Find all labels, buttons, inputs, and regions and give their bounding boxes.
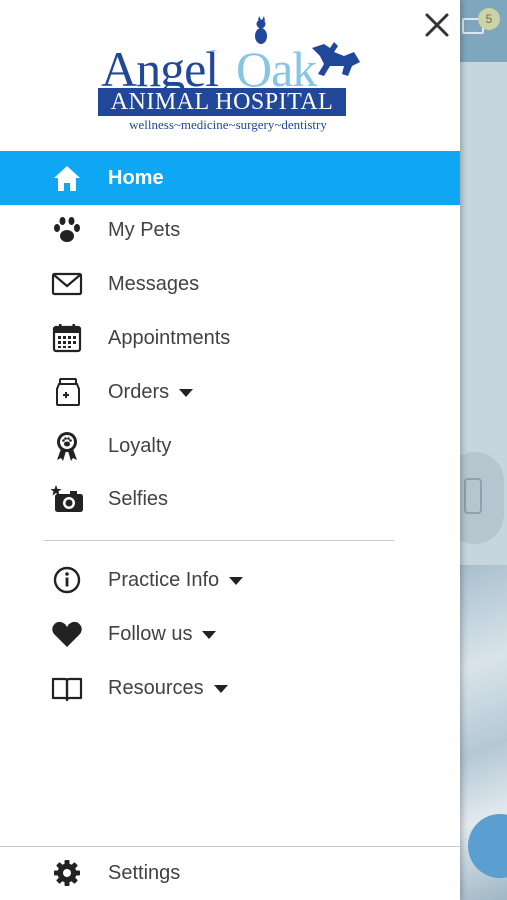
paw-icon bbox=[54, 217, 80, 242]
background-app: 5 bbox=[460, 0, 507, 900]
menu-label-resources-text: Resources bbox=[108, 677, 204, 699]
logo-wordmark: Angel Oak bbox=[98, 40, 362, 97]
award-ribbon-icon bbox=[57, 432, 77, 461]
menu-item-orders[interactable]: Orders bbox=[0, 365, 460, 419]
calendar-icon bbox=[52, 324, 82, 353]
menu-item-resources[interactable]: Resources bbox=[0, 661, 460, 715]
menu-label-practice-info: Practice Info bbox=[108, 553, 244, 607]
camera-star-icon bbox=[50, 485, 83, 512]
menu-label-orders: Orders bbox=[108, 365, 194, 419]
chevron-down-icon bbox=[202, 630, 217, 639]
navigation-drawer: Angel Oak ANIMAL HOSPITAL wellness~medic… bbox=[0, 0, 460, 900]
chevron-down-icon bbox=[229, 576, 244, 585]
menu-label-home: Home bbox=[108, 167, 164, 189]
envelope-icon bbox=[51, 272, 83, 296]
background-message-badge: 5 bbox=[478, 8, 500, 30]
chevron-down-icon bbox=[213, 684, 228, 693]
menu-label-practice-info-text: Practice Info bbox=[108, 569, 220, 591]
menu-item-loyalty[interactable]: Loyalty bbox=[0, 419, 460, 473]
logo-tagline: wellness~medicine~surgery~dentistry bbox=[129, 117, 327, 132]
gear-icon bbox=[54, 860, 80, 886]
background-jar-icon bbox=[464, 478, 482, 514]
menu-label-follow-us-text: Follow us bbox=[108, 623, 193, 645]
close-icon bbox=[425, 13, 449, 37]
menu-label-settings: Settings bbox=[108, 862, 181, 884]
menu-label-appointments: Appointments bbox=[108, 327, 231, 349]
menu-item-messages[interactable]: Messages bbox=[0, 257, 460, 311]
menu-label-selfies: Selfies bbox=[108, 488, 169, 510]
menu-label-loyalty: Loyalty bbox=[108, 435, 172, 457]
book-icon bbox=[51, 677, 83, 702]
logo-banner: ANIMAL HOSPITAL bbox=[98, 88, 346, 116]
menu-item-appointments[interactable]: Appointments bbox=[0, 311, 460, 365]
menu-label-orders-text: Orders bbox=[108, 381, 170, 403]
medicine-jar-icon bbox=[56, 378, 80, 406]
menu-label-my-pets: My Pets bbox=[108, 219, 181, 241]
chevron-down-icon bbox=[179, 388, 194, 397]
menu-label-resources: Resources bbox=[108, 661, 228, 715]
menu-item-selfies[interactable]: Selfies bbox=[0, 472, 460, 526]
menu-divider bbox=[44, 540, 394, 541]
menu-item-settings[interactable]: Settings bbox=[0, 846, 460, 900]
menu-item-my-pets[interactable]: My Pets bbox=[0, 203, 460, 257]
info-icon bbox=[53, 566, 81, 594]
menu-item-practice-info[interactable]: Practice Info bbox=[0, 553, 460, 607]
menu-item-follow-us[interactable]: Follow us bbox=[0, 607, 460, 661]
menu-label-messages: Messages bbox=[108, 273, 200, 295]
heart-icon bbox=[52, 621, 82, 647]
close-drawer-button[interactable] bbox=[420, 8, 454, 42]
menu-label-follow-us: Follow us bbox=[108, 607, 217, 661]
home-icon bbox=[54, 166, 80, 191]
hospital-logo: Angel Oak ANIMAL HOSPITAL wellness~medic… bbox=[98, 16, 362, 134]
menu-item-home[interactable]: Home bbox=[0, 151, 460, 205]
